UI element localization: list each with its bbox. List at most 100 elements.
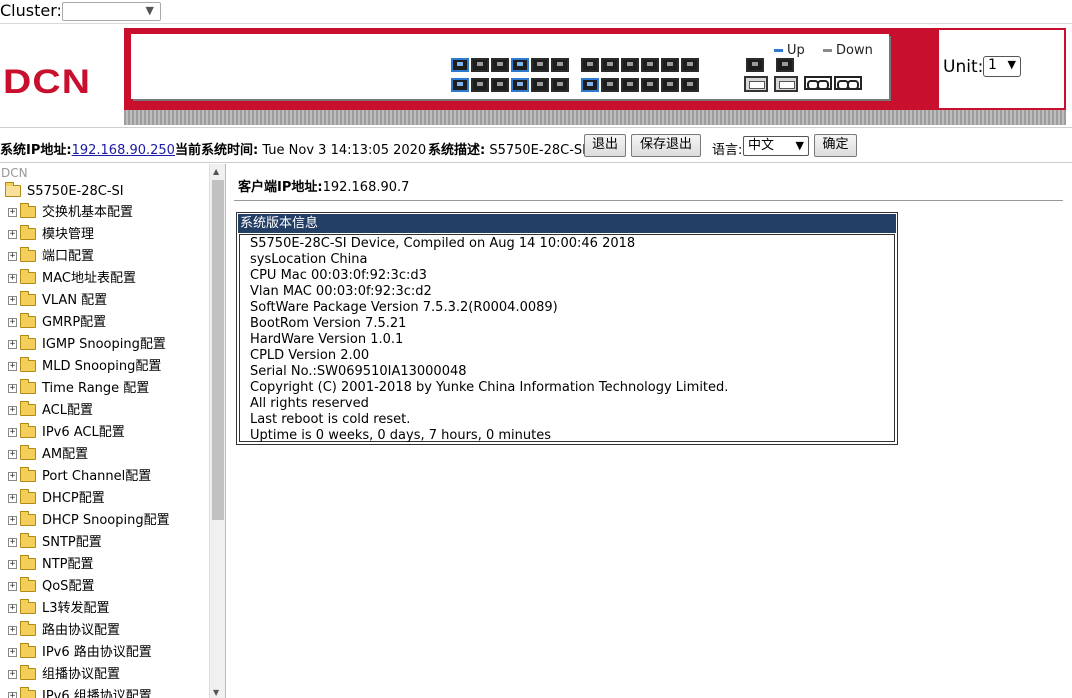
expand-icon[interactable]: + [8, 230, 17, 239]
port-down-icon[interactable] [601, 78, 619, 92]
scroll-down-icon[interactable]: ▼ [213, 688, 219, 697]
folder-icon [20, 378, 36, 394]
sidebar-item[interactable]: + IPv6 路由协议配置 [8, 642, 152, 664]
expand-icon[interactable]: + [8, 692, 17, 698]
port-down-icon[interactable] [531, 78, 549, 92]
save-logout-button[interactable]: 保存退出 [631, 134, 701, 157]
sidebar-item[interactable]: + IPv6 组播协议配置 [8, 686, 152, 698]
port-down-icon[interactable] [471, 58, 489, 72]
sidebar-item[interactable]: + QoS配置 [8, 576, 94, 598]
expand-icon[interactable]: + [8, 252, 17, 261]
port-down-icon[interactable] [746, 58, 764, 72]
expand-icon[interactable]: + [8, 340, 17, 349]
port-down-icon[interactable] [681, 58, 699, 72]
language-select[interactable]: 中文 ▼ [743, 136, 809, 156]
sidebar-item[interactable]: + 端口配置 [8, 246, 94, 268]
port-down-icon[interactable] [681, 78, 699, 92]
sidebar-item[interactable]: + GMRP配置 [8, 312, 106, 334]
unit-select[interactable]: 1 ▼ [983, 56, 1021, 77]
sidebar-item[interactable]: + DHCP Snooping配置 [8, 510, 170, 532]
port-up-icon[interactable] [451, 58, 469, 72]
system-info-bar: 系统IP地址:192.168.90.250 当前系统时间: Tue Nov 3 … [0, 131, 1072, 163]
sidebar-item-label: MAC地址表配置 [42, 271, 136, 286]
system-ip-link[interactable]: 192.168.90.250 [72, 143, 175, 158]
banner-hatch [124, 110, 1066, 125]
port-down-icon[interactable] [551, 58, 569, 72]
expand-icon[interactable]: + [8, 450, 17, 459]
port-up-icon[interactable] [511, 58, 529, 72]
confirm-button[interactable]: 确定 [814, 134, 857, 157]
client-ip-value: 192.168.90.7 [322, 180, 410, 195]
expand-icon[interactable]: + [8, 494, 17, 503]
port-down-icon[interactable] [551, 78, 569, 92]
port-down-icon[interactable] [581, 58, 599, 72]
sidebar-scrollbar[interactable]: ▲ ▼ [209, 164, 225, 698]
expand-icon[interactable]: + [8, 670, 17, 679]
sfp-port-icon[interactable] [744, 76, 768, 92]
expand-icon[interactable]: + [8, 428, 17, 437]
sidebar-item[interactable]: + IGMP Snooping配置 [8, 334, 166, 356]
folder-icon [20, 422, 36, 438]
sidebar-item[interactable]: + 交换机基本配置 [8, 202, 133, 224]
port-up-icon[interactable] [511, 78, 529, 92]
port-down-icon[interactable] [661, 78, 679, 92]
expand-icon[interactable]: + [8, 604, 17, 613]
sidebar-item[interactable]: + Time Range 配置 [8, 378, 149, 400]
expand-icon[interactable]: + [8, 538, 17, 547]
port-down-icon[interactable] [471, 78, 489, 92]
expand-icon[interactable]: + [8, 274, 17, 283]
expand-icon[interactable]: + [8, 560, 17, 569]
expand-icon[interactable]: + [8, 318, 17, 327]
port-up-icon[interactable] [451, 78, 469, 92]
port-down-icon[interactable] [601, 58, 619, 72]
expand-icon[interactable]: + [8, 406, 17, 415]
version-info-body: S5750E-28C-SI Device, Compiled on Aug 14… [239, 234, 895, 443]
scroll-thumb[interactable] [212, 180, 224, 520]
sidebar-item[interactable]: + NTP配置 [8, 554, 94, 576]
port-down-icon[interactable] [641, 78, 659, 92]
expand-icon[interactable]: + [8, 516, 17, 525]
sidebar-item[interactable]: + SNTP配置 [8, 532, 102, 554]
expand-icon[interactable]: + [8, 208, 17, 217]
expand-icon[interactable]: + [8, 472, 17, 481]
port-down-icon[interactable] [621, 58, 639, 72]
sidebar-item[interactable]: + DHCP配置 [8, 488, 105, 510]
expand-icon[interactable]: + [8, 362, 17, 371]
logout-button[interactable]: 退出 [584, 134, 626, 157]
sfp-port-icon[interactable] [774, 76, 798, 92]
sidebar-item[interactable]: + MAC地址表配置 [8, 268, 136, 290]
sidebar-item[interactable]: + MLD Snooping配置 [8, 356, 161, 378]
sidebar-item[interactable]: + IPv6 ACL配置 [8, 422, 125, 444]
port-down-icon[interactable] [641, 58, 659, 72]
sidebar-item[interactable]: + ACL配置 [8, 400, 93, 422]
port-down-icon[interactable] [531, 58, 549, 72]
sidebar-item[interactable]: + 组播协议配置 [8, 664, 120, 686]
sidebar-item[interactable]: + VLAN 配置 [8, 290, 107, 312]
port-down-icon[interactable] [621, 78, 639, 92]
sidebar-item-label: 端口配置 [42, 249, 95, 264]
expand-icon[interactable]: + [8, 626, 17, 635]
port-down-icon[interactable] [491, 78, 509, 92]
port-up-icon[interactable] [581, 78, 599, 92]
port-down-icon[interactable] [491, 58, 509, 72]
expand-icon[interactable]: + [8, 384, 17, 393]
fiber-port-icon[interactable] [834, 76, 862, 90]
version-info-panel: 系统版本信息 S5750E-28C-SI Device, Compiled on… [236, 212, 898, 445]
up-swatch [774, 49, 783, 52]
expand-icon[interactable]: + [8, 296, 17, 305]
client-ip: 客户端IP地址:192.168.90.7 [238, 176, 409, 195]
fiber-port-icon[interactable] [804, 76, 832, 90]
sidebar-item[interactable]: + 模块管理 [8, 224, 94, 246]
sidebar-item[interactable]: + Port Channel配置 [8, 466, 151, 488]
expand-icon[interactable]: + [8, 582, 17, 591]
port-down-icon[interactable] [661, 58, 679, 72]
scroll-up-icon[interactable]: ▲ [213, 167, 219, 176]
expand-icon[interactable]: + [8, 648, 17, 657]
tree-root[interactable]: S5750E-28C-SI [5, 181, 124, 202]
sidebar-item-label: VLAN 配置 [42, 293, 108, 308]
port-down-icon[interactable] [776, 58, 794, 72]
sidebar-item[interactable]: + AM配置 [8, 444, 88, 466]
sidebar-item[interactable]: + L3转发配置 [8, 598, 110, 620]
cluster-select[interactable]: ▼ [62, 2, 161, 21]
sidebar-item[interactable]: + 路由协议配置 [8, 620, 120, 642]
